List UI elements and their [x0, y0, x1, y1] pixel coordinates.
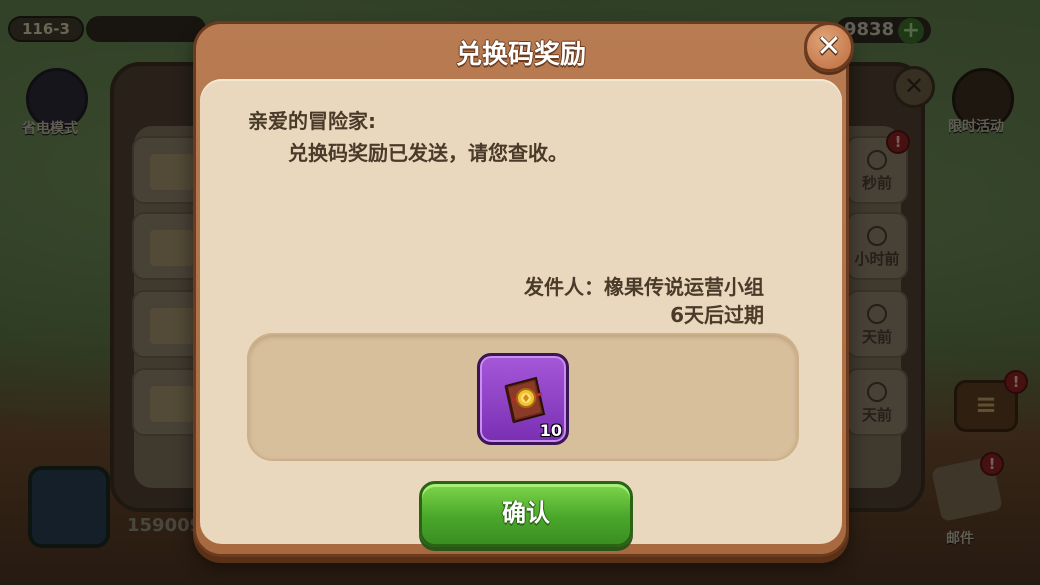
greeting-text: 亲爱的冒险家:	[248, 109, 376, 133]
purple-book-icon	[504, 376, 546, 424]
confirm-button[interactable]: 确认	[419, 481, 633, 547]
sender-text: 发件人：橡果传说运营小组	[524, 275, 764, 299]
reward-area: 10	[247, 333, 799, 461]
reward-item[interactable]: 10	[477, 353, 569, 445]
reward-count: 10	[539, 421, 562, 440]
close-icon: ✕	[816, 29, 842, 64]
close-button[interactable]: ✕	[804, 22, 854, 72]
expiry-text: 6天后过期	[670, 303, 764, 327]
dialog-title: 兑换码奖励	[455, 40, 586, 70]
redeem-reward-dialog: 兑换码奖励 亲爱的冒险家: 兑换码奖励已发送，请您查收。 发件人：橡果传说运营小…	[193, 21, 849, 557]
message-text: 兑换码奖励已发送，请您查收。	[288, 141, 568, 165]
dialog-body: 亲爱的冒险家: 兑换码奖励已发送，请您查收。 发件人：橡果传说运营小组 6天后过…	[200, 79, 842, 547]
